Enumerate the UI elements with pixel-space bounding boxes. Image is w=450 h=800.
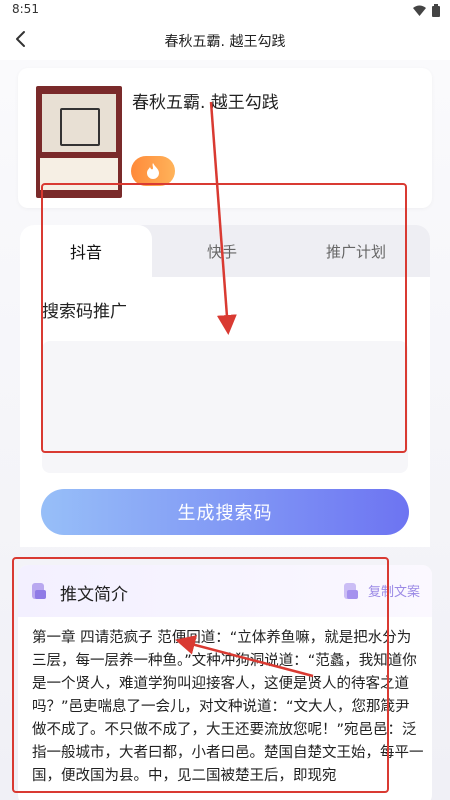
flame-icon bbox=[147, 163, 159, 179]
status-icons bbox=[413, 4, 440, 17]
status-bar: 8:51 bbox=[0, 0, 450, 20]
copy-text-button[interactable]: 复制文案 bbox=[343, 581, 420, 600]
promotion-panel: 抖音 快手 推广计划 搜索码推广 生成搜索码 bbox=[20, 225, 430, 547]
book-card: 春秋五霸. 越王勾践 bbox=[18, 68, 432, 208]
document-icon bbox=[32, 583, 46, 599]
cover-seal bbox=[60, 108, 100, 146]
status-time: 8:51 bbox=[12, 2, 39, 16]
page-title: 春秋五霸. 越王勾践 bbox=[164, 34, 286, 50]
search-code-display bbox=[42, 341, 408, 473]
app-bar: 春秋五霸. 越王勾践 bbox=[0, 20, 450, 60]
copy-text-label: 复制文案 bbox=[367, 585, 420, 600]
search-code-label: 搜索码推广 bbox=[42, 302, 127, 322]
generate-search-code-button[interactable]: 生成搜索码 bbox=[41, 489, 409, 535]
intro-title: 推文简介 bbox=[60, 585, 128, 605]
platform-tabs: 抖音 快手 推广计划 bbox=[20, 225, 430, 277]
intro-header: 推文简介 复制文案 bbox=[18, 565, 432, 617]
tab-kuaishou[interactable]: 快手 bbox=[162, 225, 282, 277]
tab-promotion-plan[interactable]: 推广计划 bbox=[282, 225, 430, 277]
cover-illustration bbox=[42, 94, 116, 152]
battery-icon bbox=[432, 4, 440, 17]
book-title: 春秋五霸. 越王勾践 bbox=[132, 93, 279, 113]
tab-douyin[interactable]: 抖音 bbox=[20, 225, 152, 277]
book-cover-image bbox=[36, 86, 122, 198]
hot-badge bbox=[131, 156, 175, 186]
wifi-icon bbox=[413, 5, 426, 16]
intro-text: 第一章 四请范疯子 范便回道：“立体养鱼嘛，就是把水分为三层，每一层养一种鱼。”… bbox=[32, 630, 424, 784]
cover-blurb bbox=[40, 158, 118, 190]
intro-card: 推文简介 复制文案 第一章 四请范疯子 范便回道：“立体养鱼嘛，就是把水分为三层… bbox=[18, 565, 432, 800]
copy-icon bbox=[343, 582, 358, 599]
